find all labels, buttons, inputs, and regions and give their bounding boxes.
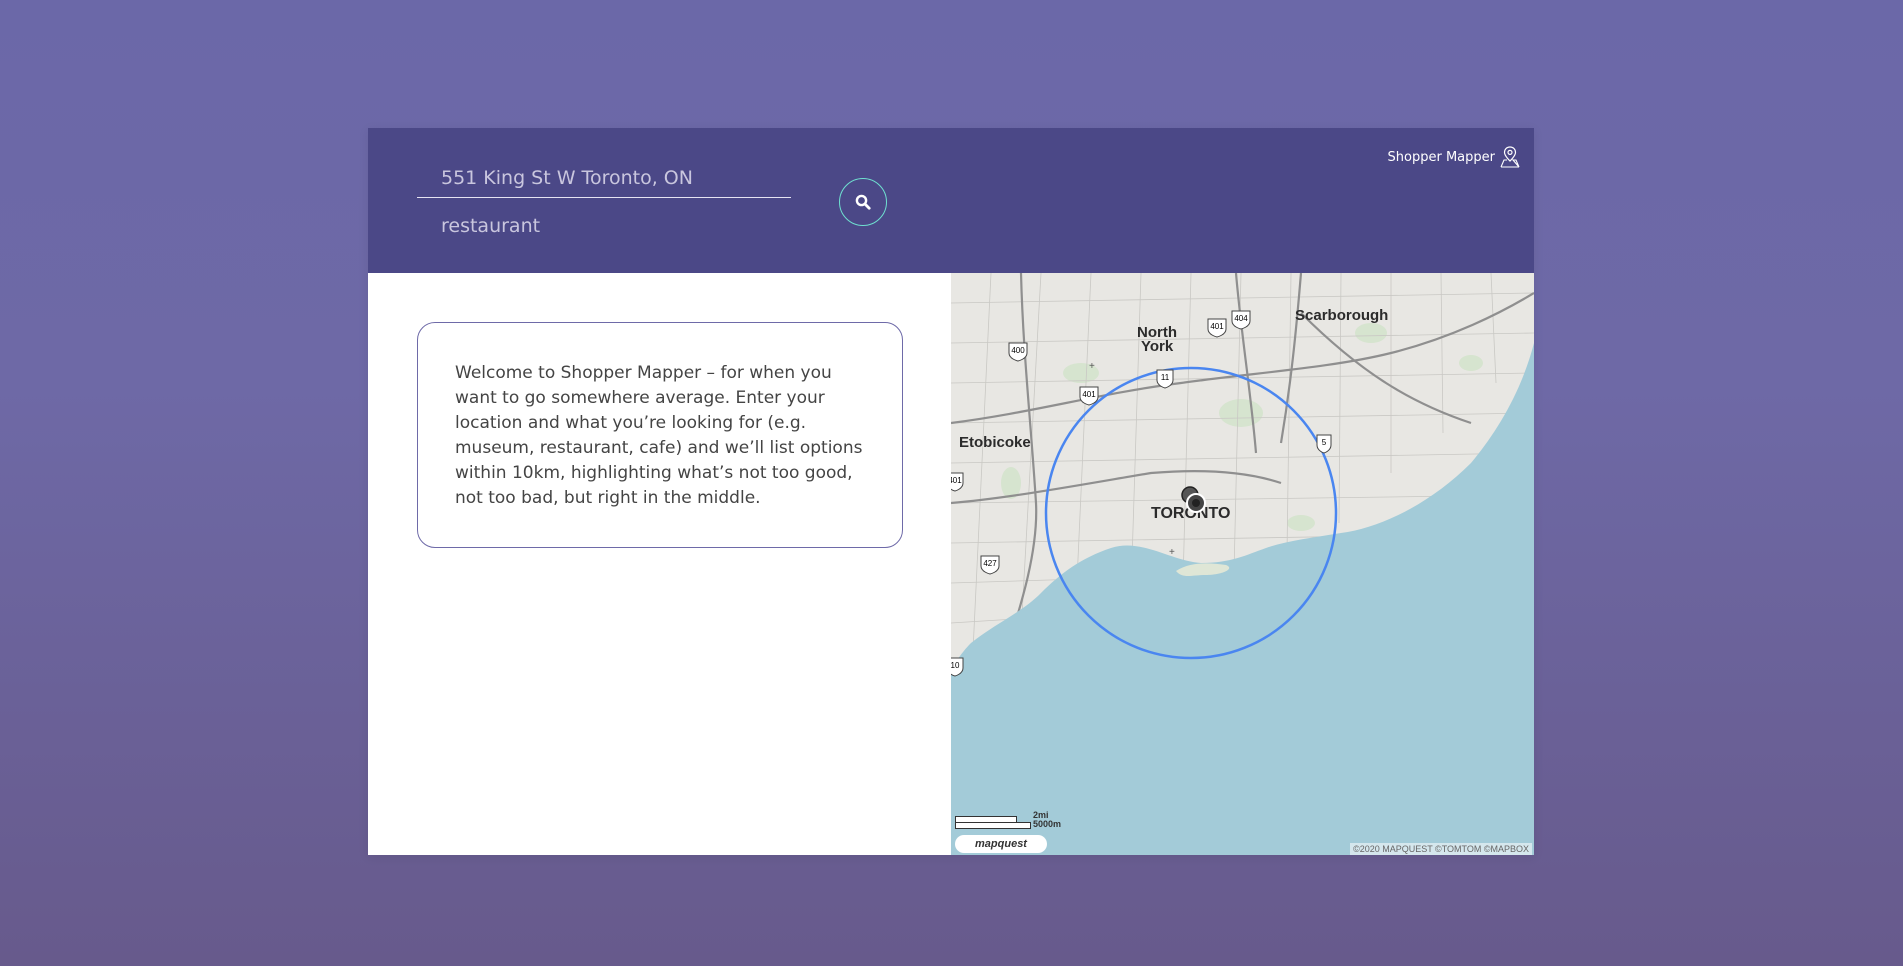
- label-scarborough: Scarborough: [1295, 307, 1388, 324]
- shield-401-b: 401: [1207, 318, 1227, 338]
- welcome-text: Welcome to Shopper Mapper – for when you…: [455, 363, 863, 508]
- shield-427: 427: [980, 555, 1000, 575]
- place-type-input[interactable]: [417, 206, 791, 246]
- map-attribution: ©2020 MAPQUEST ©TOMTOM ©MAPBOX: [1350, 843, 1532, 855]
- search-icon: [855, 194, 871, 210]
- shield-404: 404: [1231, 310, 1251, 330]
- scale-meters: 5000m: [1033, 819, 1062, 829]
- address-input[interactable]: [417, 158, 791, 198]
- results-panel: Welcome to Shopper Mapper – for when you…: [368, 273, 951, 855]
- shield-401-a: 401: [1079, 386, 1099, 406]
- label-north-york-2: York: [1141, 338, 1174, 355]
- airport-icon: +: [1089, 361, 1095, 372]
- svg-text:401: 401: [951, 476, 962, 485]
- airport-icon: +: [1169, 547, 1175, 558]
- brand-logo[interactable]: Shopper Mapper: [1388, 145, 1522, 169]
- welcome-card: Welcome to Shopper Mapper – for when you…: [417, 322, 903, 548]
- app-window: Shopper Mapper Welcome to Shopper Mapper…: [368, 128, 1534, 855]
- map-pin-icon: [1500, 146, 1520, 168]
- svg-text:427: 427: [983, 559, 997, 568]
- map-view[interactable]: North York Scarborough Etobicoke TORONTO…: [951, 273, 1534, 855]
- svg-text:10: 10: [951, 661, 960, 670]
- shield-11: 11: [1156, 369, 1174, 389]
- label-etobicoke: Etobicoke: [959, 434, 1031, 451]
- svg-text:401: 401: [1210, 322, 1224, 331]
- search-button[interactable]: [839, 178, 887, 226]
- svg-text:11: 11: [1161, 373, 1170, 382]
- search-header: Shopper Mapper: [368, 128, 1534, 273]
- map-canvas: North York Scarborough Etobicoke TORONTO…: [951, 273, 1534, 855]
- mapquest-logo[interactable]: mapquest: [955, 835, 1047, 853]
- shield-5: 5: [1316, 434, 1332, 454]
- svg-text:401: 401: [1082, 390, 1096, 399]
- shield-400: 400: [1008, 342, 1028, 362]
- scale-bars: [955, 816, 1031, 829]
- brand-name: Shopper Mapper: [1387, 149, 1495, 165]
- svg-text:404: 404: [1234, 314, 1248, 323]
- svg-text:5: 5: [1322, 438, 1327, 447]
- marker-pin-center: [1192, 499, 1200, 507]
- svg-text:400: 400: [1011, 346, 1025, 355]
- map-scale: 2mi 5000m: [955, 811, 1061, 829]
